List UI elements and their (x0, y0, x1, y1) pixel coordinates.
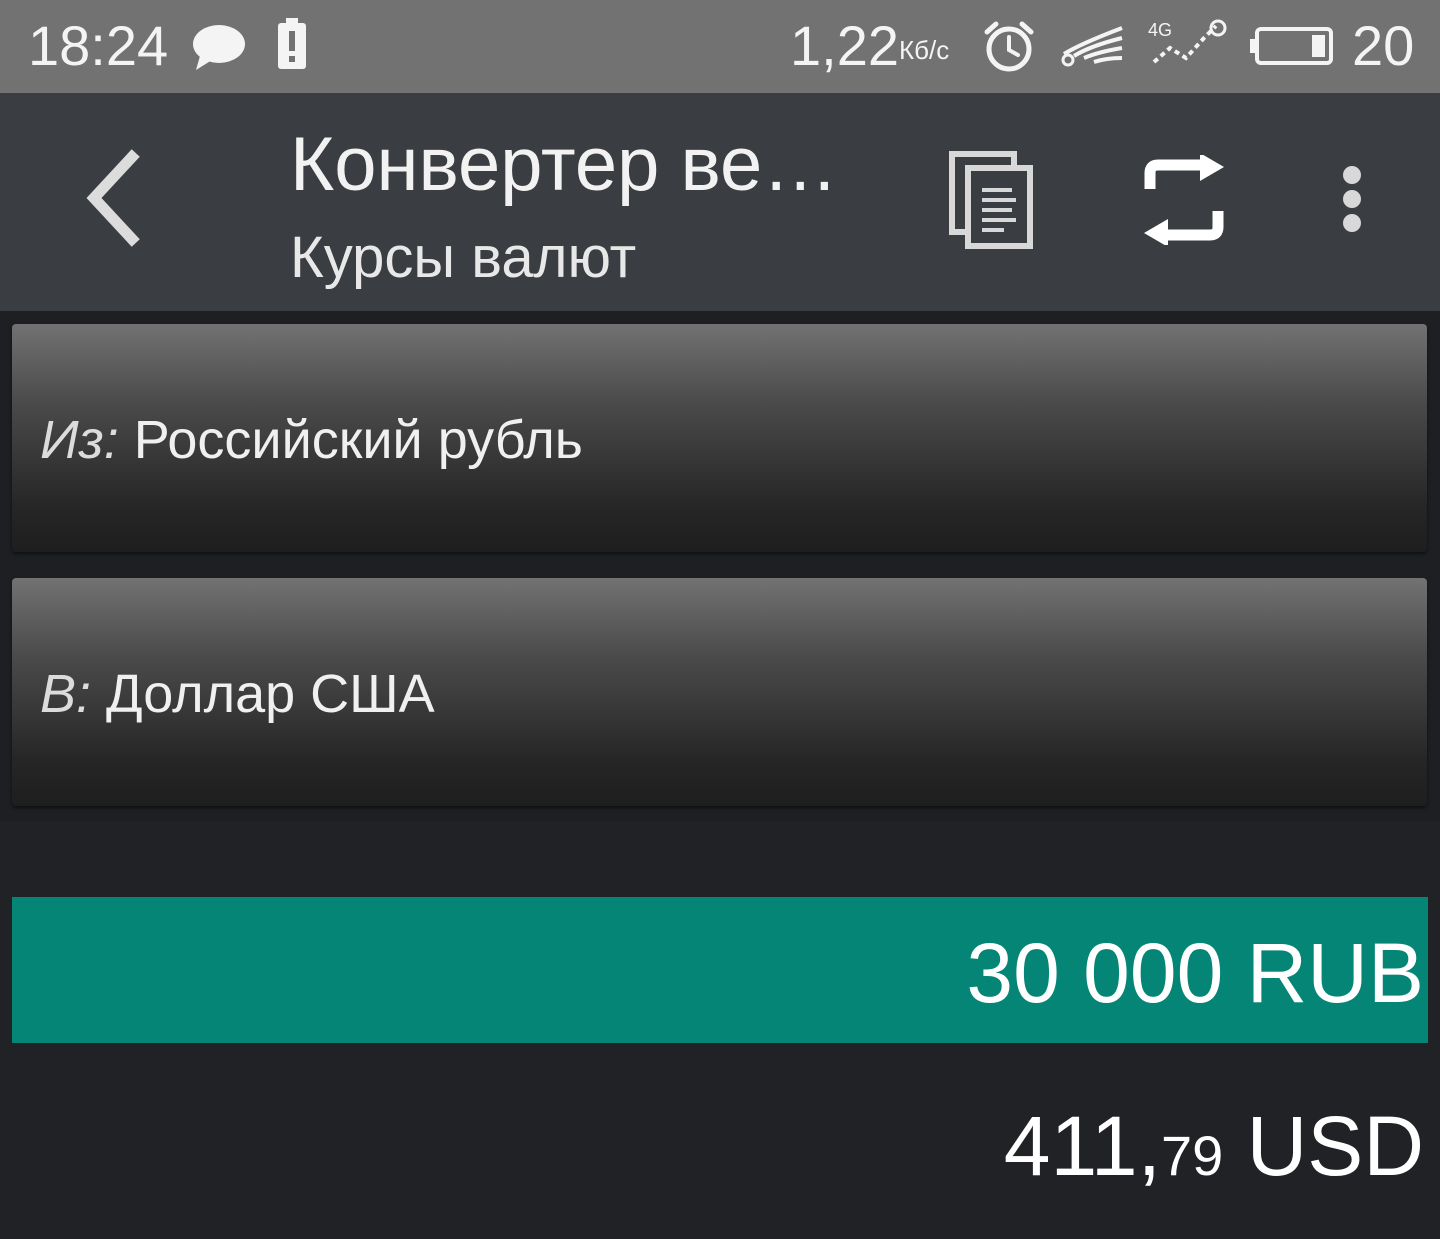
network-speed: 1,22Кб/с (790, 14, 949, 78)
alarm-icon (982, 20, 1036, 79)
battery-icon (1250, 26, 1334, 71)
currency-selectors: Из: Российский рубль В: Доллар США (0, 311, 1440, 821)
more-icon (1343, 166, 1361, 232)
to-currency-selector[interactable]: В: Доллар США (12, 578, 1427, 806)
swap-currencies-button[interactable] (1134, 153, 1234, 247)
amount-value: 30 000 RUB (966, 926, 1424, 1020)
battery-alert-icon (276, 18, 308, 75)
to-currency-label: В: Доллар США (40, 662, 435, 726)
to-prefix: В: (40, 664, 92, 724)
amount-input[interactable]: 30 000 RUB (12, 897, 1428, 1043)
battery-level: 20 (1352, 14, 1415, 77)
signal-icon (1060, 24, 1126, 73)
from-prefix: Из: (40, 410, 119, 470)
network-speed-value: 1,22 (790, 14, 899, 77)
status-bar: 18:24 1,22Кб/с 4G 20 (0, 0, 1440, 93)
from-currency-value: Российский рубль (133, 410, 583, 470)
page-title: Конвертер ве… (290, 123, 839, 207)
back-icon (86, 149, 140, 247)
4g-icon: 4G (1146, 18, 1228, 75)
from-currency-selector[interactable]: Из: Российский рубль (12, 324, 1427, 552)
back-button[interactable] (70, 143, 160, 253)
swap-icon (1144, 153, 1224, 247)
currency-converter-screen: 18:24 1,22Кб/с 4G 20 Конвертер ве… Курсы… (0, 0, 1440, 1239)
from-currency-label: Из: Российский рубль (40, 408, 583, 472)
status-time: 18:24 (28, 14, 169, 77)
copy-icon (949, 151, 1033, 249)
result-integer: 411, (1003, 1099, 1161, 1193)
result-cents: 79 (1161, 1124, 1224, 1187)
conversion-result: 411,79 USD (1004, 1100, 1424, 1202)
page-subtitle: Курсы валют (290, 225, 637, 290)
result-currency: USD (1223, 1099, 1424, 1193)
copy-button[interactable] (946, 148, 1038, 252)
svg-text:4G: 4G (1148, 20, 1172, 40)
more-options-button[interactable] (1330, 161, 1374, 245)
to-currency-value: Доллар США (106, 664, 435, 724)
app-toolbar: Конвертер ве… Курсы валют (0, 93, 1440, 311)
network-speed-unit: Кб/с (899, 35, 950, 65)
message-icon (190, 22, 248, 77)
